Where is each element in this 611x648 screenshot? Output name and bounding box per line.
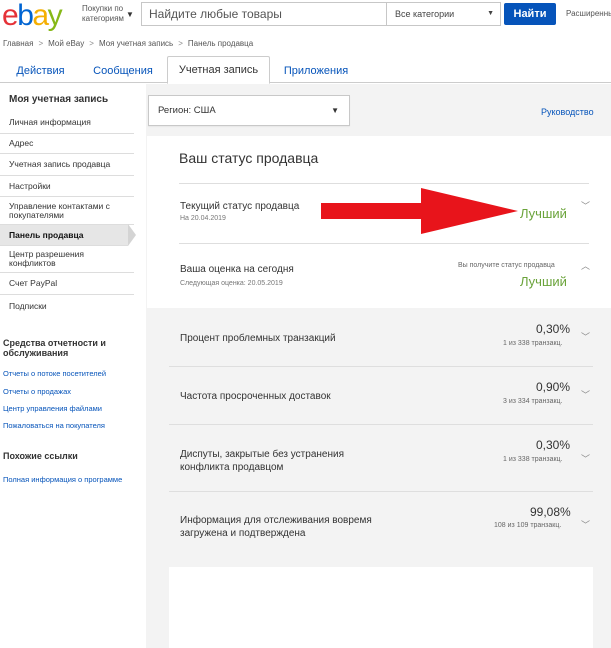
logo-letter-b: b (17, 0, 34, 32)
active-indicator-arrow (128, 224, 136, 246)
sidebar-item-label: Центр разрешения конфликтов (9, 249, 84, 268)
current-status-date: На 20.04.2019 (180, 215, 226, 222)
sidebar-item-label: Адрес (9, 138, 34, 148)
link-sales-reports[interactable]: Отчеты о продажах (3, 387, 71, 396)
sidebar-item-resolution-center[interactable]: Центр разрешения конфликтов (0, 246, 134, 273)
category-select-value: Все категории (395, 9, 455, 19)
metric-value-tracking: 99,08% (530, 505, 571, 519)
sidebar-item-personal-info[interactable]: Личная информация (0, 112, 134, 134)
chevron-down-icon[interactable]: ﹀ (581, 518, 590, 531)
logo-letter-y: y (47, 0, 63, 32)
chevron-down-icon: ▼ (126, 10, 134, 19)
shop-by-line1: Покупки по (82, 4, 124, 13)
breadcrumb-home[interactable]: Главная (3, 39, 33, 48)
advanced-search-link[interactable]: Расширенный (566, 9, 611, 18)
breadcrumb-separator: > (89, 39, 94, 48)
sidebar-item-address[interactable]: Адрес (0, 134, 134, 154)
ebay-logo[interactable]: ebay (2, 0, 63, 32)
sidebar-item-label: Настройки (9, 180, 51, 191)
today-status-note: Вы получите статус продавца (458, 262, 555, 269)
link-traffic-reports[interactable]: Отчеты о потоке посетителей (3, 369, 106, 378)
link-report-buyer[interactable]: Пожаловаться на покупателя (3, 421, 105, 430)
current-status-label: Текущий статус продавца (180, 201, 300, 212)
tab-bar: Действия Сообщения Учетная запись Прилож… (0, 56, 611, 84)
today-status-value: Лучший (520, 274, 567, 289)
sidebar-item-subscriptions[interactable]: Подписки (0, 295, 134, 317)
tab-messages[interactable]: Сообщения (85, 60, 161, 83)
breadcrumb-separator: > (38, 39, 44, 48)
today-next-evaluation: Следующая оценка: 20.05.2019 (180, 280, 283, 287)
link-program-info[interactable]: Полная информация о программе (3, 475, 122, 484)
divider (169, 366, 593, 367)
annotation-arrow-icon (321, 188, 518, 234)
site-header: ebay Покупки по категориям ▼ Все категор… (0, 0, 611, 32)
metric-label-disputes: Диспуты, закрытые без устранения конфлик… (180, 449, 344, 473)
guide-link[interactable]: Руководство (541, 107, 594, 117)
tab-activity[interactable]: Действия (8, 60, 73, 83)
region-select-value: Регион: США (158, 105, 216, 116)
search-input[interactable] (142, 3, 386, 25)
sidebar-title: Моя учетная запись (9, 94, 109, 105)
shop-by-category[interactable]: Покупки по категориям ▼ (82, 4, 134, 24)
metric-value-disputes: 0,30% (536, 438, 571, 452)
breadcrumb-account[interactable]: Моя учетная запись (99, 39, 173, 48)
divider (169, 491, 593, 492)
category-select[interactable]: Все категории ▼ (387, 2, 501, 26)
sidebar-item-label: Учетная запись продавца (9, 159, 111, 169)
chevron-up-icon[interactable]: ︿ (581, 259, 590, 272)
sidebar-item-seller-dashboard[interactable]: Панель продавца (0, 225, 128, 246)
logo-letter-e: e (2, 0, 19, 32)
metric-count-late-shipments: 3 из 334 транзакц. (503, 398, 563, 405)
metric-count-defects: 1 из 338 транзакц. (503, 340, 563, 347)
metric-label-late-shipments: Частота просроченных доставок (180, 391, 331, 402)
chevron-down-icon[interactable]: ﹀ (581, 388, 590, 401)
metric-value-late-shipments: 0,90% (536, 380, 571, 394)
sidebar-item-paypal[interactable]: Счет PayPal (0, 273, 134, 295)
region-select[interactable]: Регион: США ▼ (148, 95, 350, 126)
metric-count-tracking: 108 из 109 транзакц. (494, 522, 562, 529)
search-box[interactable] (141, 2, 387, 26)
breadcrumb-current: Панель продавца (187, 39, 254, 48)
sidebar-item-seller-account[interactable]: Учетная запись продавца (0, 154, 134, 176)
tab-applications[interactable]: Приложения (276, 60, 356, 83)
shop-by-line2: категориям (82, 14, 124, 23)
sidebar-item-label: Управление контактами с покупателями (9, 200, 110, 220)
reports-section-title: Средства отчетности и обслуживания (3, 338, 106, 358)
tab-account[interactable]: Учетная запись (167, 56, 270, 84)
blank-panel (169, 567, 593, 648)
today-score-label: Ваша оценка на сегодня (180, 264, 294, 275)
metric-count-disputes: 1 из 338 транзакц. (503, 456, 563, 463)
breadcrumb: Главная > Мой eBay > Моя учетная запись > Пане… (3, 39, 253, 48)
breadcrumb-separator: > (178, 39, 183, 48)
similar-links-title: Похожие ссылки (3, 451, 78, 461)
breadcrumb-my-ebay[interactable]: Мой eBay (48, 39, 84, 48)
sidebar-item-label: Подписки (9, 300, 47, 311)
chevron-down-icon[interactable]: ﹀ (581, 199, 590, 212)
logo-letter-a: a (32, 0, 49, 32)
chevron-down-icon[interactable]: ﹀ (581, 452, 590, 465)
search-button[interactable]: Найти (504, 3, 556, 25)
metric-value-defects: 0,30% (536, 322, 571, 336)
sidebar-item-label: Личная информация (9, 117, 91, 127)
chevron-down-icon: ▼ (331, 106, 339, 115)
sidebar-item-settings[interactable]: Настройки (0, 176, 134, 197)
link-file-management[interactable]: Центр управления файлами (3, 404, 102, 413)
sidebar-item-label: Панель продавца (9, 229, 84, 240)
sidebar-item-buyer-contacts[interactable]: Управление контактами с покупателями (0, 197, 134, 225)
chevron-down-icon: ▼ (487, 10, 494, 17)
divider (169, 424, 593, 425)
metric-label-defects: Процент проблемных транзакций (180, 333, 336, 344)
divider (179, 183, 589, 184)
sidebar-item-label: Счет PayPal (9, 278, 58, 288)
chevron-down-icon[interactable]: ﹀ (581, 330, 590, 343)
divider (179, 243, 589, 244)
current-status-value: Лучший (520, 206, 567, 221)
metric-label-tracking: Информация для отслеживания вовремя загр… (180, 515, 372, 539)
status-title: Ваш статус продавца (179, 150, 319, 166)
